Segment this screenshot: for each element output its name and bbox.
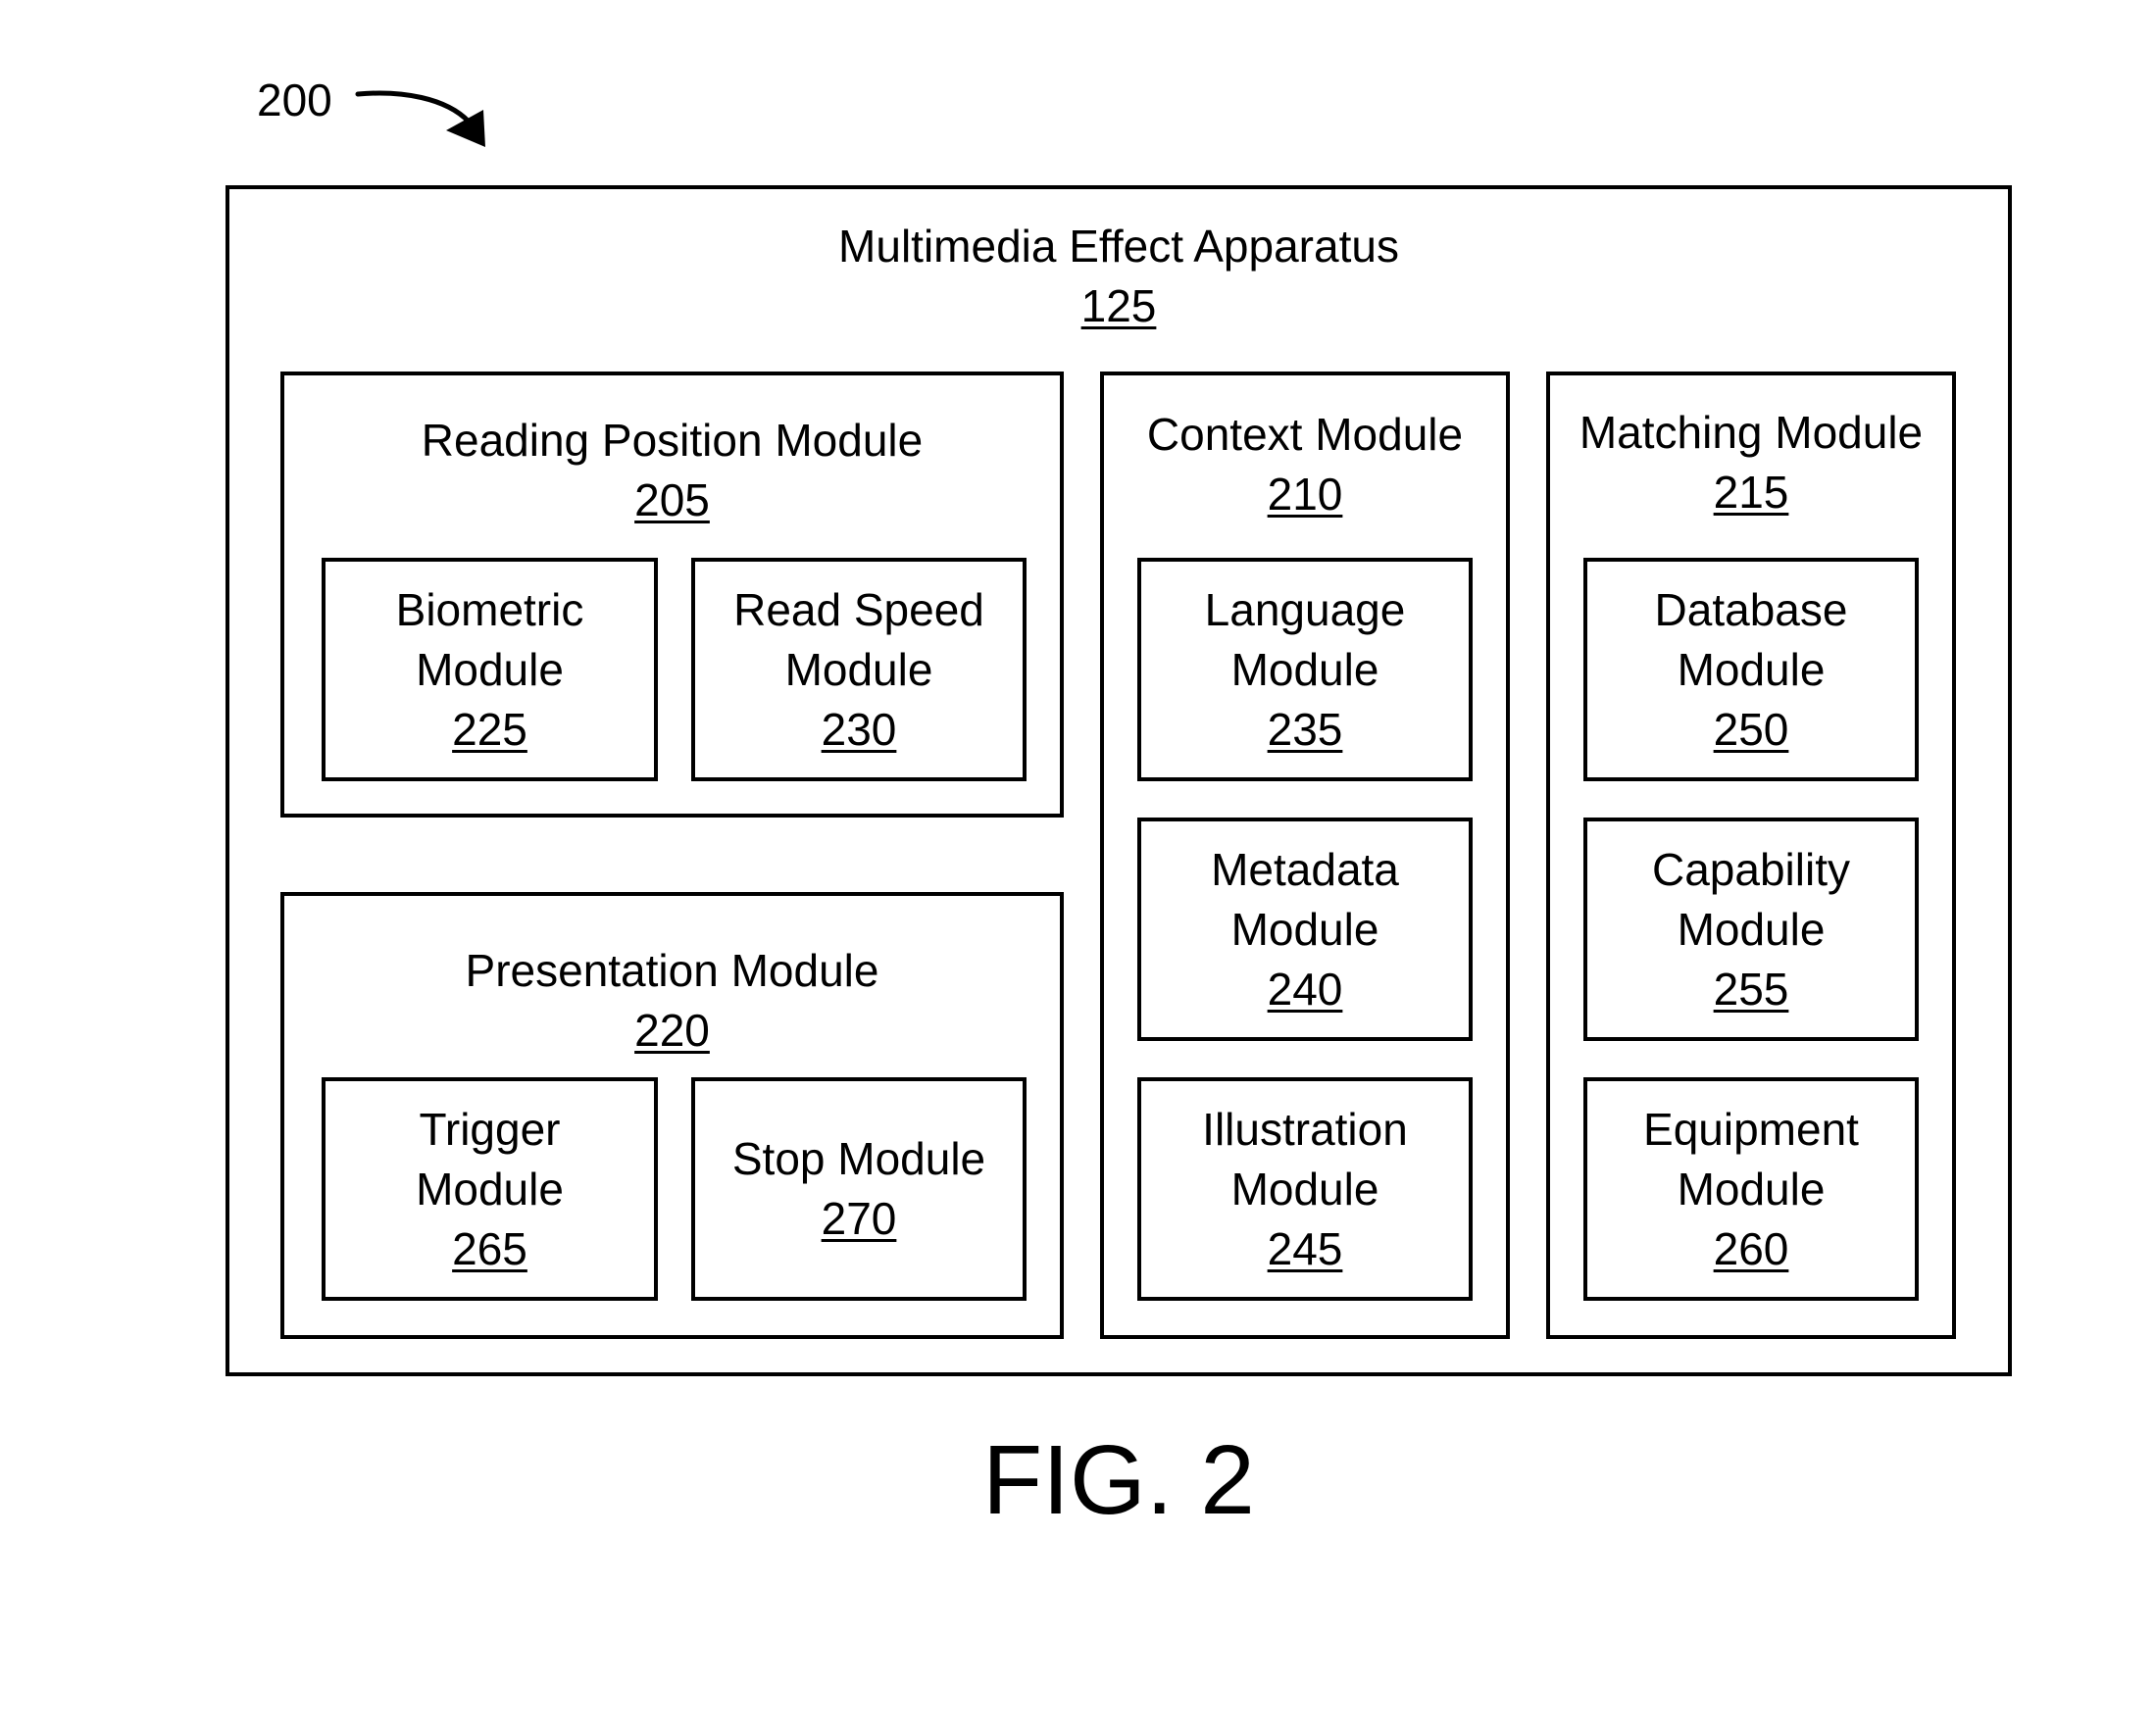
presentation-module-number: 220 [634, 1005, 710, 1056]
read-speed-module: Read Speed Module 230 [691, 558, 1027, 781]
metadata-module: Metadata Module 240 [1137, 818, 1473, 1041]
database-module-title: Database Module [1654, 583, 1848, 695]
capability-module-number: 255 [1713, 963, 1789, 1015]
stop-module-number: 270 [821, 1193, 897, 1244]
trigger-module: Trigger Module 265 [322, 1077, 658, 1301]
apparatus-title: Multimedia Effect Apparatus [838, 221, 1399, 272]
language-module-title: Language Module [1204, 583, 1406, 695]
context-module-number: 210 [1267, 469, 1343, 520]
illustration-module: Illustration Module 245 [1137, 1077, 1473, 1301]
matching-module-number: 215 [1713, 467, 1789, 518]
figure-caption: FIG. 2 [982, 1425, 1255, 1535]
trigger-module-title: Trigger Module [416, 1103, 564, 1215]
biometric-module-number: 225 [452, 703, 527, 755]
biometric-module-title: Biometric Module [395, 583, 584, 695]
language-module-number: 235 [1267, 703, 1343, 755]
read-speed-module-title: Read Speed Module [733, 583, 984, 695]
equipment-module-title: Equipment Module [1643, 1103, 1859, 1215]
equipment-module: Equipment Module 260 [1583, 1077, 1919, 1301]
read-speed-module-number: 230 [821, 703, 897, 755]
stop-module: Stop Module 270 [691, 1077, 1027, 1301]
equipment-module-number: 260 [1713, 1222, 1789, 1274]
metadata-module-number: 240 [1267, 963, 1343, 1015]
context-module-title: Context Module [1146, 409, 1464, 460]
trigger-module-number: 265 [452, 1222, 527, 1274]
presentation-module-title: Presentation Module [465, 945, 879, 996]
reading-position-module-number: 205 [634, 474, 710, 525]
matching-module-title: Matching Module [1579, 407, 1924, 458]
metadata-module-title: Metadata Module [1211, 843, 1399, 955]
database-module: Database Module 250 [1583, 558, 1919, 781]
reference-arrow-icon [355, 90, 485, 147]
reading-position-module-title: Reading Position Module [421, 415, 924, 466]
capability-module: Capability Module 255 [1583, 818, 1919, 1041]
biometric-module: Biometric Module 225 [322, 558, 658, 781]
capability-module-title: Capability Module [1652, 843, 1850, 955]
language-module: Language Module 235 [1137, 558, 1473, 781]
illustration-module-title: Illustration Module [1202, 1103, 1408, 1215]
apparatus-number: 125 [1080, 280, 1157, 331]
stop-module-title: Stop Module [731, 1133, 986, 1184]
illustration-module-number: 245 [1267, 1222, 1343, 1274]
database-module-number: 250 [1713, 703, 1789, 755]
